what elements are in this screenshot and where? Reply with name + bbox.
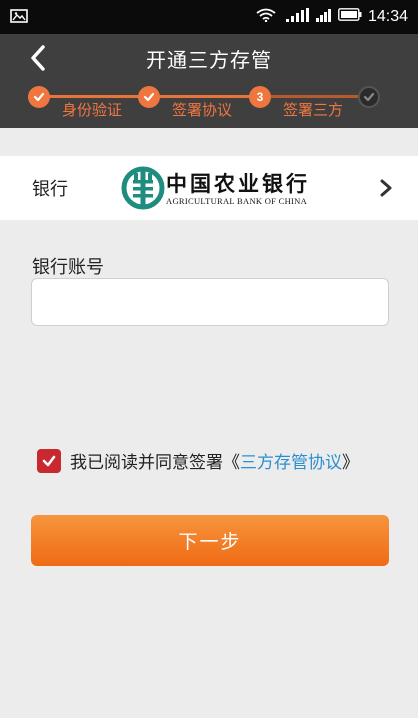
step-4-indicator (358, 86, 380, 108)
bank-name-cn: 中国农业银行 (166, 171, 310, 196)
step-2-label: 签署协议 (172, 101, 233, 119)
wifi-icon (256, 8, 276, 27)
check-icon (363, 92, 375, 102)
check-icon (42, 455, 56, 466)
progress-line-pending (270, 95, 366, 98)
status-right: 14:34 (256, 7, 408, 27)
step-2-indicator (138, 86, 160, 108)
agreement-row: 我已阅读并同意签署《 三方存管协议 》 (37, 448, 359, 473)
agreement-link[interactable]: 三方存管协议 (240, 448, 342, 473)
battery-icon (338, 8, 362, 26)
bank-name-en: AGRICULTURAL BANK OF CHINA (166, 196, 308, 206)
step-3-indicator: 3 (249, 86, 271, 108)
app-header: 开通三方存管 (0, 34, 418, 82)
agreement-text: 我已阅读并同意签署《 (70, 453, 240, 473)
chevron-right-icon (380, 179, 392, 197)
check-icon (33, 92, 45, 102)
status-time: 14:34 (367, 8, 408, 25)
page-title: 开通三方存管 (146, 47, 272, 72)
image-icon (10, 8, 28, 27)
step-1-label: 身份验证 (62, 101, 123, 119)
step-progress: 身份验证 签署协议 3 签署三方 (0, 82, 418, 128)
next-step-button[interactable]: 下一步 (31, 515, 389, 566)
signal-icon (282, 7, 310, 27)
abc-logo-icon (121, 166, 165, 210)
back-button[interactable] (22, 42, 54, 74)
status-left (10, 8, 28, 27)
bank-label: 银行 (32, 179, 68, 200)
status-bar: 14:34 (0, 0, 418, 34)
chevron-left-icon (31, 45, 45, 71)
account-number-input[interactable] (31, 278, 389, 326)
step-3-label: 签署三方 (283, 101, 344, 119)
agreement-close-bracket: 》 (342, 453, 359, 473)
check-icon (143, 92, 155, 102)
bank-selector[interactable]: 银行 中国农业银行 AGRICULTURAL BANK OF CHINA (0, 156, 418, 220)
signal-icon-secondary (315, 8, 332, 27)
step-1-indicator (28, 86, 50, 108)
account-label: 银行账号 (32, 257, 104, 278)
agreement-checkbox[interactable] (37, 448, 61, 473)
